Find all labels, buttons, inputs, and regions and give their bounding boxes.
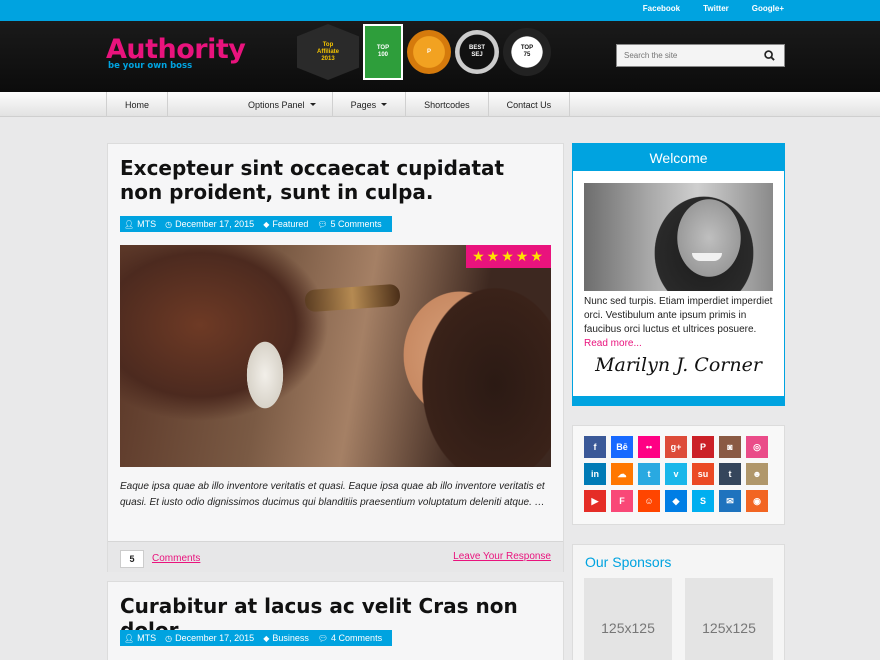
nav-shortcodes[interactable]: Shortcodes [405,92,488,117]
nav-label: Options Panel [248,99,305,110]
sponsors-title: Our Sponsors [585,554,672,570]
foursquare-icon[interactable]: F [611,490,633,512]
tumblr-icon[interactable]: t [719,463,741,485]
post-title[interactable]: Excepteur sint occaecat cupidatat non pr… [120,156,550,204]
soundcloud-icon[interactable]: ☁ [611,463,633,485]
clock-icon: ◷ [165,633,173,643]
tag-icon: ◆ [263,219,270,229]
post-category[interactable]: Business [272,633,309,643]
googleplus-link[interactable]: Google+ [752,4,784,13]
post-excerpt: Eaque ipsa quae ab illo inventore verita… [120,481,545,508]
site-header: Authority be your own boss Top Affiliate 2… [0,21,880,92]
social-icons-grid: f Bē •• g+ P ◙ ◎ in ☁ t v su t ☻ ▶ F ☺ ◆ S ✉ ◉ [584,436,768,512]
social-top-links: Facebook Twitter Google+ [620,4,784,13]
nav-label: Pages [350,99,377,110]
post-author[interactable]: MTS [137,633,156,643]
post-date: December 17, 2015 [175,633,255,643]
nav-pages[interactable]: Pages [331,92,406,117]
top-affiliate-badge: Top Affiliate 2013 [297,24,359,80]
welcome-widget: Welcome Nunc sed turpis. Etiam imperdiet… [572,143,785,406]
vimeo-icon[interactable]: v [665,463,687,485]
comments-icon: 💬︎ [317,633,329,643]
read-more-link[interactable]: Read more... [584,338,642,349]
linkedin-icon[interactable]: in [584,463,606,485]
main-nav: Home Options Panel Pages Shortcodes Cont… [0,92,880,117]
user-icon: 👤︎ [124,633,135,643]
facebook-link[interactable]: Facebook [643,4,680,13]
dropbox-icon[interactable]: ◆ [665,490,687,512]
award-badges: Top Affiliate 2013 TOP 100 P BEST SEJ TOP 75 [297,24,551,80]
chevron-down-icon [309,103,316,106]
flickr-icon[interactable]: •• [638,436,660,458]
twitter-link[interactable]: Twitter [703,4,729,13]
comment-count-badge: 5 [120,550,144,568]
post-meta: 👤︎ MTS ◷ December 17, 2015 ◆ Business 💬︎ 4 C… [120,630,393,646]
post-category[interactable]: Featured [272,219,308,229]
youtube-icon[interactable]: ▶ [584,490,606,512]
rating-stars: ★★★★★ [466,245,551,268]
leave-response-link[interactable]: Leave Your Response [453,551,551,562]
author-photo [584,183,773,291]
skype-icon[interactable]: S [692,490,714,512]
clock-icon: ◷ [165,219,173,229]
signature: Marilyn J. Corner [595,354,762,376]
search-icon [763,50,775,61]
facebook-icon[interactable]: f [584,436,606,458]
reddit-icon[interactable]: ☺ [638,490,660,512]
nav-label: Shortcodes [424,99,470,110]
stumbleupon-icon[interactable]: su [692,463,714,485]
post-comments[interactable]: 4 Comments [331,633,382,643]
comments-icon: 💬︎ [317,219,328,229]
welcome-text: Nunc sed turpis. Etiam imperdiet imperdi… [584,295,777,351]
welcome-title: Welcome [573,144,784,171]
logo-title: Authority [106,34,246,65]
github-icon[interactable]: ☻ [746,463,768,485]
nav-contact-us[interactable]: Contact Us [487,92,571,117]
user-icon: 👤︎ [124,219,135,229]
welcome-body: Nunc sed turpis. Etiam imperdiet imperdi… [584,296,773,335]
post-comments[interactable]: 5 Comments [331,219,382,229]
chevron-down-icon [381,103,388,106]
dribbble-icon[interactable]: ◎ [746,436,768,458]
problogger-badge: P [407,30,451,74]
sponsor-ad[interactable]: 125x125 [584,578,672,660]
sponsors-widget: Our Sponsors 125x125 125x125 [572,544,785,660]
nav-label: Home [125,99,150,110]
post-author[interactable]: MTS [137,219,156,229]
googleplus-icon[interactable]: g+ [665,436,687,458]
rss-icon[interactable]: ◉ [746,490,768,512]
behance-icon[interactable]: Bē [611,436,633,458]
twitter-icon[interactable]: t [638,463,660,485]
site-logo[interactable]: Authority be your own boss [106,34,246,72]
nav-options-panel[interactable]: Options Panel [167,92,332,117]
post-meta: 👤︎ MTS ◷ December 17, 2015 ◆ Featured 💬︎ 5 C… [120,216,392,232]
post-footer: 5 Comments Leave Your Response [108,541,563,572]
technorati-badge: TOP 100 [363,24,403,80]
search-button[interactable] [757,45,781,66]
tag-icon: ◆ [263,633,270,643]
best-sej-badge: BEST SEJ [455,30,499,74]
search-box [616,44,785,67]
sponsor-ad[interactable]: 125x125 [685,578,773,660]
pinterest-icon[interactable]: P [692,436,714,458]
post-card: Curabitur at lacus ac velit Cras non dol… [107,581,564,660]
instagram-icon[interactable]: ◙ [719,436,741,458]
top-bar: Facebook Twitter Google+ [0,0,880,21]
comments-link[interactable]: Comments [152,553,200,564]
post-date: December 17, 2015 [175,219,255,229]
unbounce-top75-badge: TOP 75 [503,28,551,76]
search-input[interactable] [617,51,757,60]
post-card: Excepteur sint occaecat cupidatat non pr… [107,143,564,572]
nav-home[interactable]: Home [106,92,167,117]
sunglasses-detail [304,283,401,313]
featured-image[interactable]: ★★★★★ [120,245,551,467]
social-widget: f Bē •• g+ P ◙ ◎ in ☁ t v su t ☻ ▶ F ☺ ◆ S ✉ ◉ [572,425,785,525]
nav-label: Contact Us [506,99,552,110]
email-icon[interactable]: ✉ [719,490,741,512]
